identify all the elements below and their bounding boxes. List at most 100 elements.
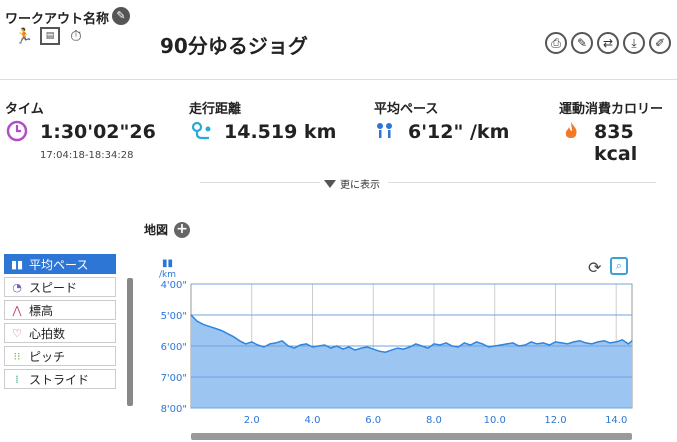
- pace-point: [245, 343, 247, 345]
- pace-point: [190, 314, 192, 316]
- menu-item-label: 標高: [29, 303, 54, 318]
- download-icon[interactable]: ⤓: [623, 32, 645, 54]
- pace-point: [220, 329, 222, 332]
- pace-point: [348, 346, 350, 348]
- pace-point: [281, 340, 283, 342]
- pace-point: [360, 347, 362, 349]
- menu-item-label: スピード: [29, 280, 78, 295]
- menu-item[interactable]: ⁝⁝ ピッチ: [4, 346, 116, 366]
- plus-icon[interactable]: +: [174, 222, 190, 238]
- workout-header: ワークアウト名称 ✎ 🏃 ▤ ⏱ 90分ゆるジョグ ⎙ ✎ ⇄ ⤓ ✐: [0, 0, 677, 78]
- action-buttons: ⎙ ✎ ⇄ ⤓ ✐: [545, 32, 671, 54]
- pace-point: [305, 343, 308, 345]
- pace-point: [536, 343, 538, 345]
- menu-item-label: ピッチ: [29, 349, 66, 364]
- menu-item-label: 心拍数: [29, 326, 66, 341]
- pace-point: [457, 346, 459, 348]
- swap-icon[interactable]: ⇄: [597, 32, 619, 54]
- footsteps-icon: ⁝⁝: [13, 349, 21, 363]
- pace-point: [548, 344, 550, 346]
- time-value: 1:30'02"26: [40, 121, 156, 143]
- pace-point: [202, 323, 204, 325]
- running-icon: 🏃: [14, 27, 34, 45]
- pace-point: [530, 341, 532, 343]
- route-icon: [190, 120, 212, 142]
- menu-item[interactable]: ▮▮ 平均ペース: [4, 254, 116, 274]
- metric-menu: ▮▮ 平均ペース ◔ スピード ⋀ 標高 ♡ 心拍数 ⁝⁝ ピッチ ⁞ ストライド: [4, 254, 116, 392]
- pace-point: [542, 342, 544, 344]
- x-tick-label: 10.0: [484, 415, 506, 426]
- x-tick-label: 12.0: [544, 415, 566, 426]
- scrollbar[interactable]: [127, 278, 133, 406]
- menu-item[interactable]: ◔ スピード: [4, 277, 116, 297]
- pace-point: [512, 342, 514, 344]
- divider: [200, 182, 320, 183]
- y-tick-label: 4'00": [161, 280, 187, 291]
- pace-point: [384, 351, 386, 353]
- divider: [0, 79, 677, 80]
- pace-point: [257, 344, 259, 346]
- pace-point: [324, 344, 326, 346]
- menu-item[interactable]: ⁞ ストライド: [4, 369, 116, 389]
- pace-point: [208, 325, 210, 327]
- pace-point: [317, 345, 320, 347]
- film-icon: ▤: [40, 27, 60, 45]
- pace-point: [330, 347, 332, 349]
- pace-point: [390, 349, 393, 351]
- y-tick-label: 5'00": [161, 311, 187, 322]
- menu-item[interactable]: ♡ 心拍数: [4, 323, 116, 343]
- edit-icon[interactable]: ✎: [571, 32, 593, 54]
- calories-value: 835 kcal: [594, 121, 638, 165]
- pace-point: [609, 342, 611, 344]
- pace-point: [269, 343, 271, 345]
- pace-point: [287, 345, 289, 347]
- horizontal-scrollbar[interactable]: [191, 433, 632, 440]
- pace-label: 平均ペース: [374, 102, 439, 117]
- x-tick-label: 14.0: [605, 415, 627, 426]
- pace-point: [603, 340, 605, 342]
- time-label: タイム: [5, 102, 44, 117]
- pace-point: [439, 344, 441, 346]
- pace-point: [354, 349, 356, 351]
- menu-item-label: ストライド: [29, 372, 90, 387]
- edit-name-icon[interactable]: ✎: [112, 7, 130, 25]
- refresh-icon[interactable]: ⟳: [588, 258, 601, 277]
- pace-point: [427, 347, 429, 349]
- show-more-button[interactable]: 更に表示: [324, 176, 380, 191]
- menu-item-label: 平均ペース: [29, 257, 89, 272]
- pace-point: [615, 341, 617, 343]
- calories-label: 運動消費カロリー: [559, 102, 664, 117]
- pen-icon[interactable]: ✐: [649, 32, 671, 54]
- pace-point: [214, 327, 216, 330]
- pace-point: [469, 344, 472, 346]
- pace-point: [372, 348, 374, 350]
- pace-point: [560, 342, 563, 344]
- pace-point: [585, 342, 587, 344]
- y-tick-label: 7'00": [161, 373, 187, 384]
- pace-point: [336, 345, 338, 347]
- pace-point: [403, 348, 405, 350]
- workout-title: 90分ゆるジョグ: [160, 34, 308, 58]
- pace-point: [463, 342, 465, 344]
- zoom-icon[interactable]: ⌕: [610, 257, 628, 275]
- pace-point: [500, 344, 502, 346]
- pace-icon: [374, 120, 396, 142]
- pace-point: [488, 346, 490, 348]
- pace-point: [415, 343, 417, 345]
- distance-label: 走行距離: [189, 102, 242, 117]
- pace-point: [506, 343, 508, 345]
- pace-point: [421, 345, 423, 347]
- pace-point: [524, 344, 526, 346]
- pace-point: [445, 342, 447, 344]
- pace-point: [573, 341, 575, 343]
- print-icon[interactable]: ⎙: [545, 32, 567, 54]
- menu-item[interactable]: ⋀ 標高: [4, 300, 116, 320]
- pace-point: [518, 345, 520, 347]
- clock-icon: [6, 120, 28, 142]
- stride-icon: ⁞: [15, 372, 19, 386]
- pace-point: [494, 345, 496, 347]
- distance-value: 14.519 km: [224, 121, 337, 143]
- pace-point: [567, 343, 569, 345]
- pace-point: [631, 340, 633, 342]
- y-tick-label: 8'00": [161, 404, 187, 415]
